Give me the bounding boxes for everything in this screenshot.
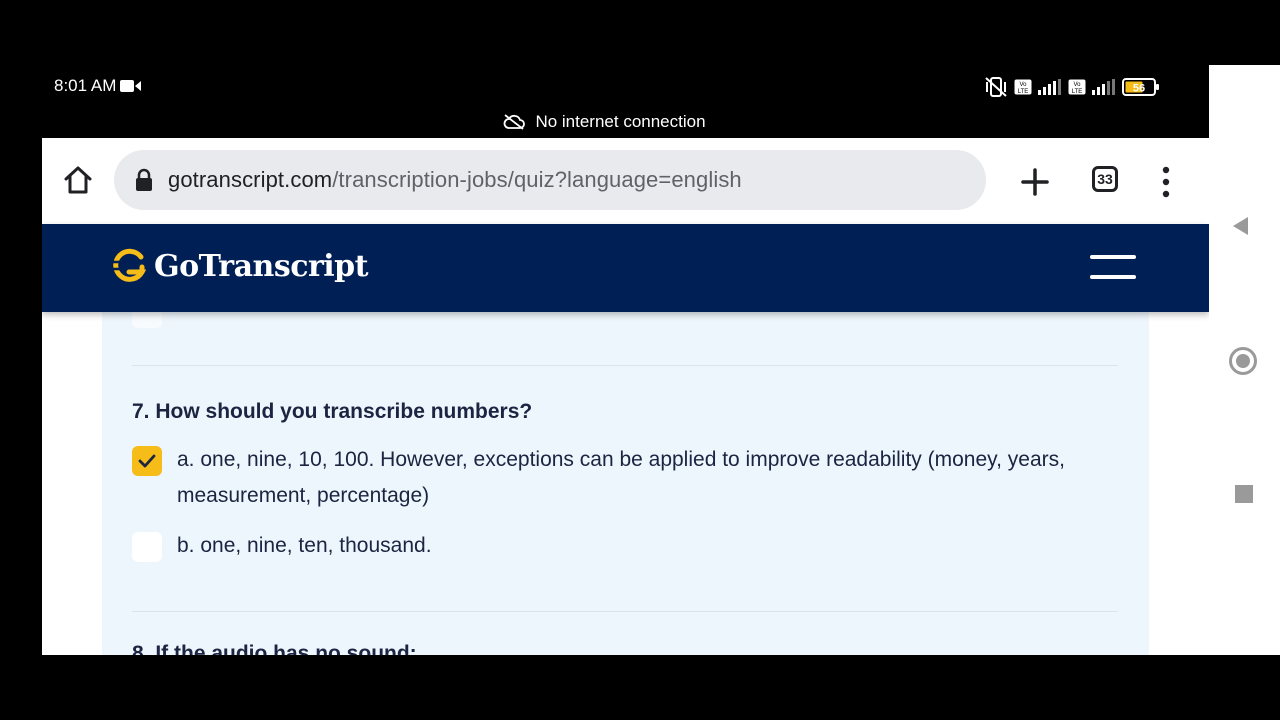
quiz-content: 7. How should you transcribe numbers? a.…: [102, 298, 1149, 655]
option-a-label[interactable]: a. one, nine, 10, 100. However, exceptio…: [177, 442, 1127, 514]
url-domain: gotranscript.com: [168, 167, 333, 192]
url-text[interactable]: gotranscript.com/transcription-jobs/quiz…: [168, 167, 742, 193]
recent-apps-icon[interactable]: [1235, 485, 1253, 503]
more-options-icon[interactable]: [1156, 164, 1176, 200]
divider: [132, 611, 1118, 612]
option-b-checkbox[interactable]: [132, 532, 162, 562]
offline-banner: No internet connection: [0, 112, 1209, 132]
tab-switcher-button[interactable]: 33: [1092, 166, 1118, 192]
status-icons: Vo LTE Vo LTE 56: [984, 76, 1160, 98]
url-path: /transcription-jobs/quiz?language=englis…: [332, 167, 742, 192]
status-time-text: 8:01 AM: [54, 76, 117, 95]
svg-text:Vo: Vo: [1073, 82, 1081, 88]
divider: [132, 365, 1118, 366]
logo-text: GoTranscript: [154, 248, 369, 284]
home-icon[interactable]: [62, 164, 94, 196]
svg-text:Vo: Vo: [1019, 82, 1027, 88]
question-title: 7. How should you transcribe numbers?: [132, 400, 533, 423]
signal-icon: [1038, 79, 1061, 95]
site-logo[interactable]: GoTranscript: [112, 248, 369, 284]
option-a-checkbox[interactable]: [132, 446, 162, 476]
tab-count: 33: [1097, 171, 1113, 187]
next-question-title: 8. If the audio has no sound:: [132, 642, 417, 655]
gotranscript-logo-icon: [112, 248, 146, 282]
battery-icon: 56: [1122, 78, 1159, 96]
address-bar[interactable]: gotranscript.com/transcription-jobs/quiz…: [114, 150, 986, 210]
browser-window: gotranscript.com/transcription-jobs/quiz…: [42, 138, 1209, 655]
option-b-label[interactable]: b. one, nine, ten, thousand.: [177, 528, 1127, 564]
hamburger-line: [1090, 275, 1136, 279]
status-time: 8:01 AM: [54, 76, 142, 96]
cloud-off-icon: [504, 114, 526, 130]
lock-icon[interactable]: [134, 168, 154, 192]
volte-icon: VoLTE: [1014, 79, 1032, 95]
back-icon[interactable]: [1233, 217, 1248, 235]
option-a[interactable]: a. one, nine, 10, 100. However, exceptio…: [132, 446, 1127, 514]
battery-level: 56: [1133, 83, 1145, 95]
volte-icon-2: VoLTE: [1068, 79, 1086, 95]
offline-text: No internet connection: [535, 112, 706, 131]
video-camera-icon: [120, 80, 142, 92]
hamburger-line: [1090, 255, 1136, 259]
home-circle-icon[interactable]: [1229, 347, 1257, 375]
vibrate-off-icon: [985, 77, 1007, 97]
site-header: GoTranscript: [42, 224, 1209, 312]
signal-icon-2: [1092, 79, 1115, 95]
hamburger-menu-icon[interactable]: [1090, 252, 1136, 282]
option-b[interactable]: b. one, nine, ten, thousand.: [132, 532, 1127, 564]
svg-text:LTE: LTE: [1072, 89, 1083, 95]
android-nav-bar: [1209, 65, 1280, 655]
svg-text:LTE: LTE: [1018, 89, 1029, 95]
browser-toolbar: gotranscript.com/transcription-jobs/quiz…: [42, 138, 1209, 225]
checkmark-icon: [138, 454, 156, 468]
new-tab-icon[interactable]: [1017, 164, 1053, 200]
